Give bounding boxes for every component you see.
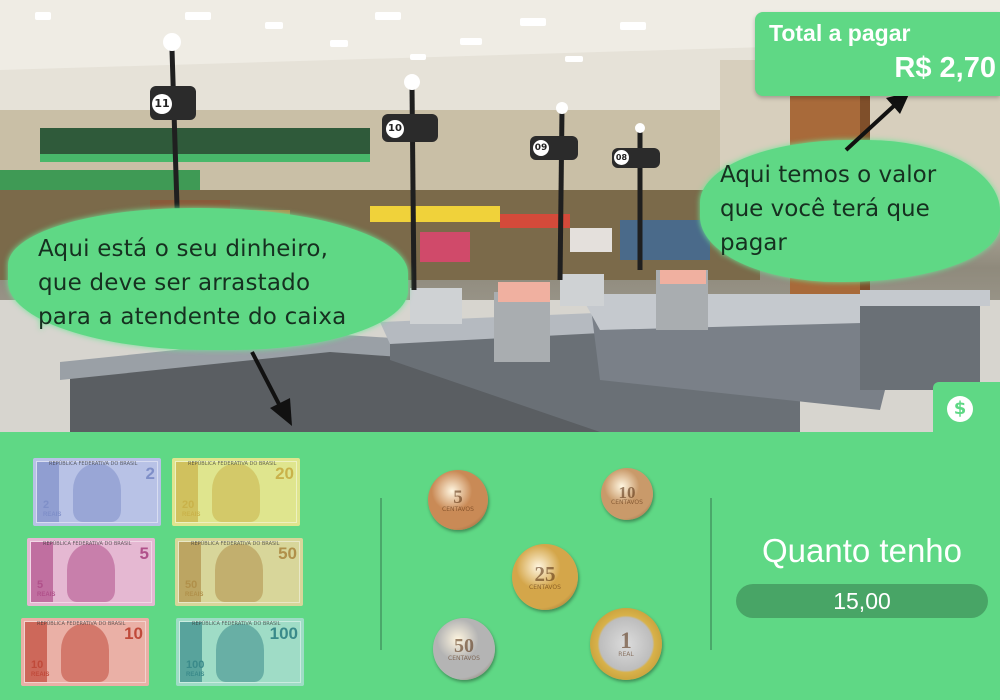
note-value-small: 10 REAIS xyxy=(31,660,49,680)
total-to-pay-panel: Total a pagar R$ 2,70 xyxy=(755,12,1000,96)
wallet-title: Quanto tenho xyxy=(762,532,962,569)
wallet-panel: REPÚBLICA FEDERATIVA DO BRASIL 2 2 REAIS REP… xyxy=(0,432,1000,700)
arrow-up-icon xyxy=(844,92,910,152)
divider xyxy=(380,498,382,650)
note-value-small: 20 REAIS xyxy=(182,500,200,520)
note-value-small: 50 REAIS xyxy=(185,580,203,600)
note-value: 20 xyxy=(275,464,294,483)
coin-label: CENTAVOS xyxy=(448,655,480,663)
effigy-icon xyxy=(61,624,109,682)
coin-10[interactable]: 10 CENTAVOS xyxy=(601,468,653,520)
effigy-icon xyxy=(212,464,260,522)
game-stage: 11 10 09 08 Aqui está o seu dinheiro, qu… xyxy=(0,0,1000,700)
note-value: 10 xyxy=(124,624,143,643)
effigy-icon xyxy=(73,464,121,522)
note-currency: REAIS xyxy=(31,672,50,678)
banknote-100[interactable]: REPÚBLICA FEDERATIVA DO BRASIL 100 100 REAI… xyxy=(176,618,304,686)
effigy-icon xyxy=(216,624,264,682)
banknote-20[interactable]: REPÚBLICA FEDERATIVA DO BRASIL 20 20 REAIS xyxy=(172,458,300,526)
note-header: REPÚBLICA FEDERATIVA DO BRASIL xyxy=(43,541,132,547)
coin-5[interactable]: 5 CENTAVOS xyxy=(428,470,488,530)
total-value: R$ 2,70 xyxy=(894,52,996,84)
note-currency: REAIS xyxy=(186,672,205,678)
note-value-small: 100 REAIS xyxy=(186,660,204,680)
note-currency: REAIS xyxy=(43,512,62,518)
money-tab-button[interactable]: $ xyxy=(933,382,1000,434)
note-value: 50 xyxy=(278,544,297,563)
note-value: 100 xyxy=(269,624,298,643)
checkout-scene: 11 10 09 08 Aqui está o seu dinheiro, qu… xyxy=(0,0,1000,432)
coin-label: CENTAVOS xyxy=(442,506,474,513)
note-currency: REAIS xyxy=(37,592,56,598)
divider xyxy=(710,498,712,650)
note-currency: REAIS xyxy=(182,512,201,518)
wallet-balance-value: 15,00 xyxy=(833,588,891,614)
coin-label: CENTAVOS xyxy=(611,499,643,507)
coin-50[interactable]: 50 CENTAVOS xyxy=(433,618,495,680)
coin-label: CENTAVOS xyxy=(529,583,561,591)
coin-label: REAL xyxy=(618,651,634,659)
note-header: REPÚBLICA FEDERATIVA DO BRASIL xyxy=(191,541,280,547)
note-header: REPÚBLICA FEDERATIVA DO BRASIL xyxy=(192,621,281,627)
note-currency: REAIS xyxy=(185,592,204,598)
banknote-10[interactable]: REPÚBLICA FEDERATIVA DO BRASIL 10 10 REAIS xyxy=(21,618,149,686)
banknote-5[interactable]: REPÚBLICA FEDERATIVA DO BRASIL 5 5 REAIS xyxy=(27,538,155,606)
banknote-2[interactable]: REPÚBLICA FEDERATIVA DO BRASIL 2 2 REAIS xyxy=(33,458,161,526)
banknote-50[interactable]: REPÚBLICA FEDERATIVA DO BRASIL 50 50 REAIS xyxy=(175,538,303,606)
note-header: REPÚBLICA FEDERATIVA DO BRASIL xyxy=(49,461,138,467)
wallet-balance-pill: 15,00 xyxy=(736,584,988,618)
note-value: 5 xyxy=(139,544,149,563)
effigy-icon xyxy=(215,544,263,602)
note-value: 2 xyxy=(145,464,155,483)
arrow-down-icon xyxy=(250,351,292,426)
coin-1[interactable]: 1 REAL xyxy=(590,608,662,680)
total-label: Total a pagar xyxy=(769,20,911,46)
note-value-small: 2 REAIS xyxy=(43,500,61,520)
effigy-icon xyxy=(67,544,115,602)
coin-25[interactable]: 25 CENTAVOS xyxy=(512,544,578,610)
note-header: REPÚBLICA FEDERATIVA DO BRASIL xyxy=(188,461,277,467)
note-value-small: 5 REAIS xyxy=(37,580,55,600)
note-header: REPÚBLICA FEDERATIVA DO BRASIL xyxy=(37,621,126,627)
dollar-circle-icon: $ xyxy=(947,396,973,422)
